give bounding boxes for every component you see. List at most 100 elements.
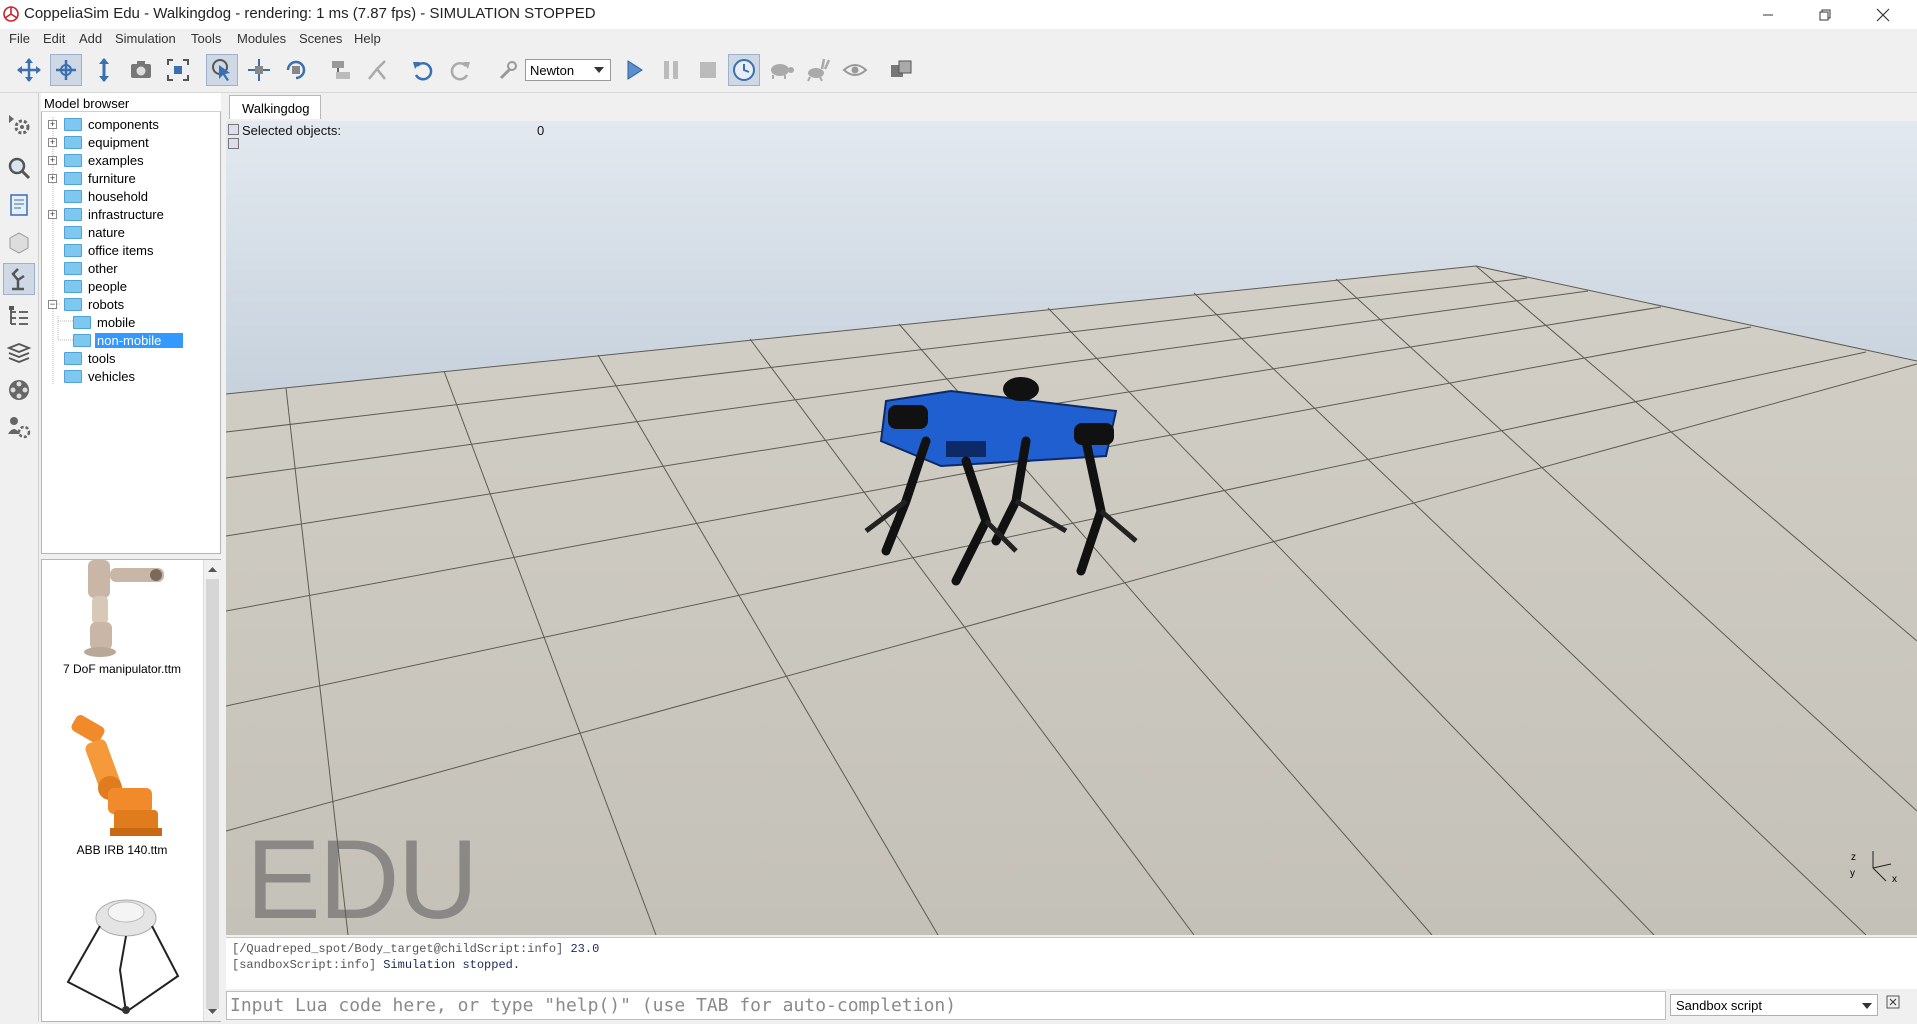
tree-item-robots[interactable]: − robots (48, 295, 124, 313)
slow-down-button[interactable] (765, 54, 797, 86)
tree-item-label: nature (88, 224, 125, 240)
redo-button[interactable] (444, 54, 476, 86)
minimize-icon (1763, 14, 1773, 15)
selected-objects-count: 0 (537, 123, 545, 138)
user-settings-button[interactable] (3, 411, 35, 443)
menu-help[interactable]: Help (354, 31, 381, 46)
folder-icon (73, 333, 91, 347)
tree-item-components[interactable]: + components (48, 115, 159, 133)
redo-icon (450, 61, 470, 81)
tree-item-nature[interactable]: nature (48, 223, 125, 241)
tree-item-label: mobile (97, 314, 136, 330)
expand-icon[interactable]: + (48, 119, 57, 129)
tree-item-label: examples (88, 152, 144, 168)
tree-item-label: household (88, 188, 148, 204)
chevron-down-icon (1862, 1003, 1872, 1009)
object-rotate-button[interactable] (280, 54, 312, 86)
tree-item-equipment[interactable]: + equipment (48, 133, 149, 151)
object-shift-button[interactable] (243, 54, 275, 86)
stop-icon (700, 62, 716, 78)
minimize-button[interactable] (1745, 0, 1791, 29)
tree-item-mobile[interactable]: mobile (73, 313, 135, 331)
expand-icon[interactable]: + (48, 155, 57, 165)
folder-icon (64, 189, 82, 203)
assemble-button[interactable] (325, 54, 357, 86)
tree-item-vehicles[interactable]: vehicles (48, 367, 135, 385)
tree-item-label: tools (88, 350, 116, 366)
tree-item-label: office items (88, 242, 154, 258)
transfer-dna-icon (368, 60, 386, 80)
folder-icon (64, 261, 82, 275)
stop-simulation-button[interactable] (692, 54, 724, 86)
play-icon (627, 60, 643, 80)
folder-icon (64, 297, 82, 311)
tab-walkingdog[interactable]: Walkingdog (229, 95, 321, 119)
speed-up-button[interactable] (802, 54, 834, 86)
thumbnail-scrollbar[interactable] (203, 560, 221, 1021)
page-selector-button[interactable] (885, 54, 917, 86)
tree-item-label: furniture (88, 170, 136, 186)
tree-item-label: robots (88, 296, 125, 312)
tree-item-office-items[interactable]: office items (48, 241, 154, 259)
tree-item-people[interactable]: people (48, 277, 127, 295)
menu-modules[interactable]: Modules (237, 31, 286, 46)
script-selector[interactable]: Sandbox script (1670, 994, 1878, 1016)
undo-icon (413, 61, 433, 81)
collapse-icon[interactable]: − (48, 299, 57, 309)
3d-viewport[interactable] (226, 121, 1917, 935)
expand-icon[interactable]: + (48, 209, 57, 219)
tree-item-label: equipment (88, 134, 149, 150)
restore-button[interactable] (1802, 0, 1848, 29)
real-time-button[interactable] (728, 54, 760, 86)
edu-watermark: EDU (246, 817, 478, 942)
thumbnail-caption: 7 DoF manipulator.ttm (62, 662, 182, 676)
close-box-icon (1886, 995, 1900, 1009)
start-simulation-button[interactable] (618, 54, 650, 86)
tree-item-household[interactable]: household (48, 187, 148, 205)
info-expand-button[interactable] (228, 138, 239, 149)
axis-label-x: x (1892, 874, 1897, 885)
user-settings-icon (8, 417, 31, 439)
folder-icon (64, 243, 82, 257)
thumbnail-7dof-manipulator[interactable] (60, 560, 185, 660)
chevron-down-icon (594, 67, 604, 73)
restore-icon (1819, 9, 1831, 20)
folder-icon (64, 135, 82, 149)
tree-item-infrastructure[interactable]: + infrastructure (48, 205, 164, 223)
menu-scenes[interactable]: Scenes (299, 31, 342, 46)
dynamic-content-button[interactable] (492, 54, 524, 86)
info-collapse-button[interactable] (228, 124, 239, 135)
thumbnail-abb-irb-140[interactable] (62, 710, 187, 840)
folder-icon (64, 117, 82, 131)
tree-item-other[interactable]: other (48, 259, 118, 277)
tree-item-label: vehicles (88, 368, 135, 384)
assemble-icon (332, 61, 350, 79)
object-rotate-icon (286, 60, 306, 80)
visualization-button[interactable] (839, 54, 871, 86)
axis-label-z: z (1851, 852, 1856, 863)
tree-item-label: components (88, 116, 159, 132)
tree-item-tools[interactable]: tools (48, 349, 115, 367)
tree-item-label: other (88, 260, 118, 276)
thumbnail-caption: ABB IRB 140.ttm (76, 843, 168, 857)
thumbnail-delta-robot[interactable] (60, 890, 185, 1015)
undo-button[interactable] (407, 54, 439, 86)
tree-item-non-mobile[interactable]: non-mobile (73, 331, 184, 349)
expand-icon[interactable]: + (48, 137, 57, 147)
page-selector-icon (891, 60, 912, 77)
close-button[interactable] (1860, 0, 1906, 29)
close-icon[interactable] (1884, 995, 1902, 1013)
close-icon (1876, 8, 1890, 21)
transfer-dna-button[interactable] (362, 54, 394, 86)
expand-icon[interactable]: + (48, 173, 57, 183)
wrench-icon (499, 61, 517, 80)
abb-robot-thumbnail (71, 715, 162, 836)
tree-item-examples[interactable]: + examples (48, 151, 144, 169)
console-line: [/Quadreped_spot/Body_target@childScript… (232, 942, 600, 956)
tree-item-furniture[interactable]: + furniture (48, 169, 136, 187)
turtle-icon (771, 64, 794, 79)
tree-item-label: people (88, 278, 128, 294)
axis-label-y: y (1850, 868, 1855, 879)
pause-simulation-button[interactable] (655, 54, 687, 86)
lua-command-input[interactable]: Input Lua code here, or type "help()" (u… (226, 991, 1666, 1020)
